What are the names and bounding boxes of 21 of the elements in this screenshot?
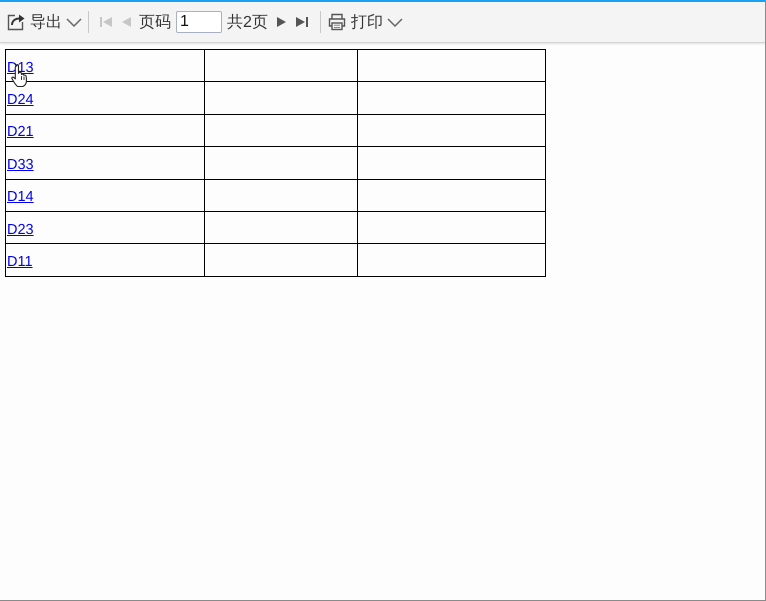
caret-icon — [386, 18, 403, 26]
export-button[interactable]: 导出 — [7, 12, 82, 32]
report-link[interactable]: D23 — [7, 222, 34, 238]
report-link[interactable]: D14 — [7, 189, 34, 206]
print-button[interactable]: 打印 — [328, 12, 403, 32]
triangle-left-icon — [121, 16, 132, 28]
export-icon — [7, 13, 25, 31]
last-page-button[interactable] — [294, 16, 309, 28]
page-total: 共2页 — [227, 12, 268, 32]
report-link[interactable]: D33 — [7, 156, 34, 173]
page-label: 页码 — [139, 12, 171, 32]
next-page-button[interactable] — [276, 16, 287, 28]
triangle-right-icon — [276, 16, 287, 28]
skip-back-icon — [99, 16, 113, 28]
printer-icon — [328, 13, 346, 31]
skip-forward-icon — [294, 16, 309, 28]
report-link[interactable]: D24 — [7, 92, 34, 108]
page-number-field[interactable]: 1 — [176, 11, 222, 33]
caret-icon — [66, 18, 82, 26]
report-link[interactable]: D21 — [7, 124, 34, 140]
report-link[interactable]: D11 — [7, 254, 33, 270]
